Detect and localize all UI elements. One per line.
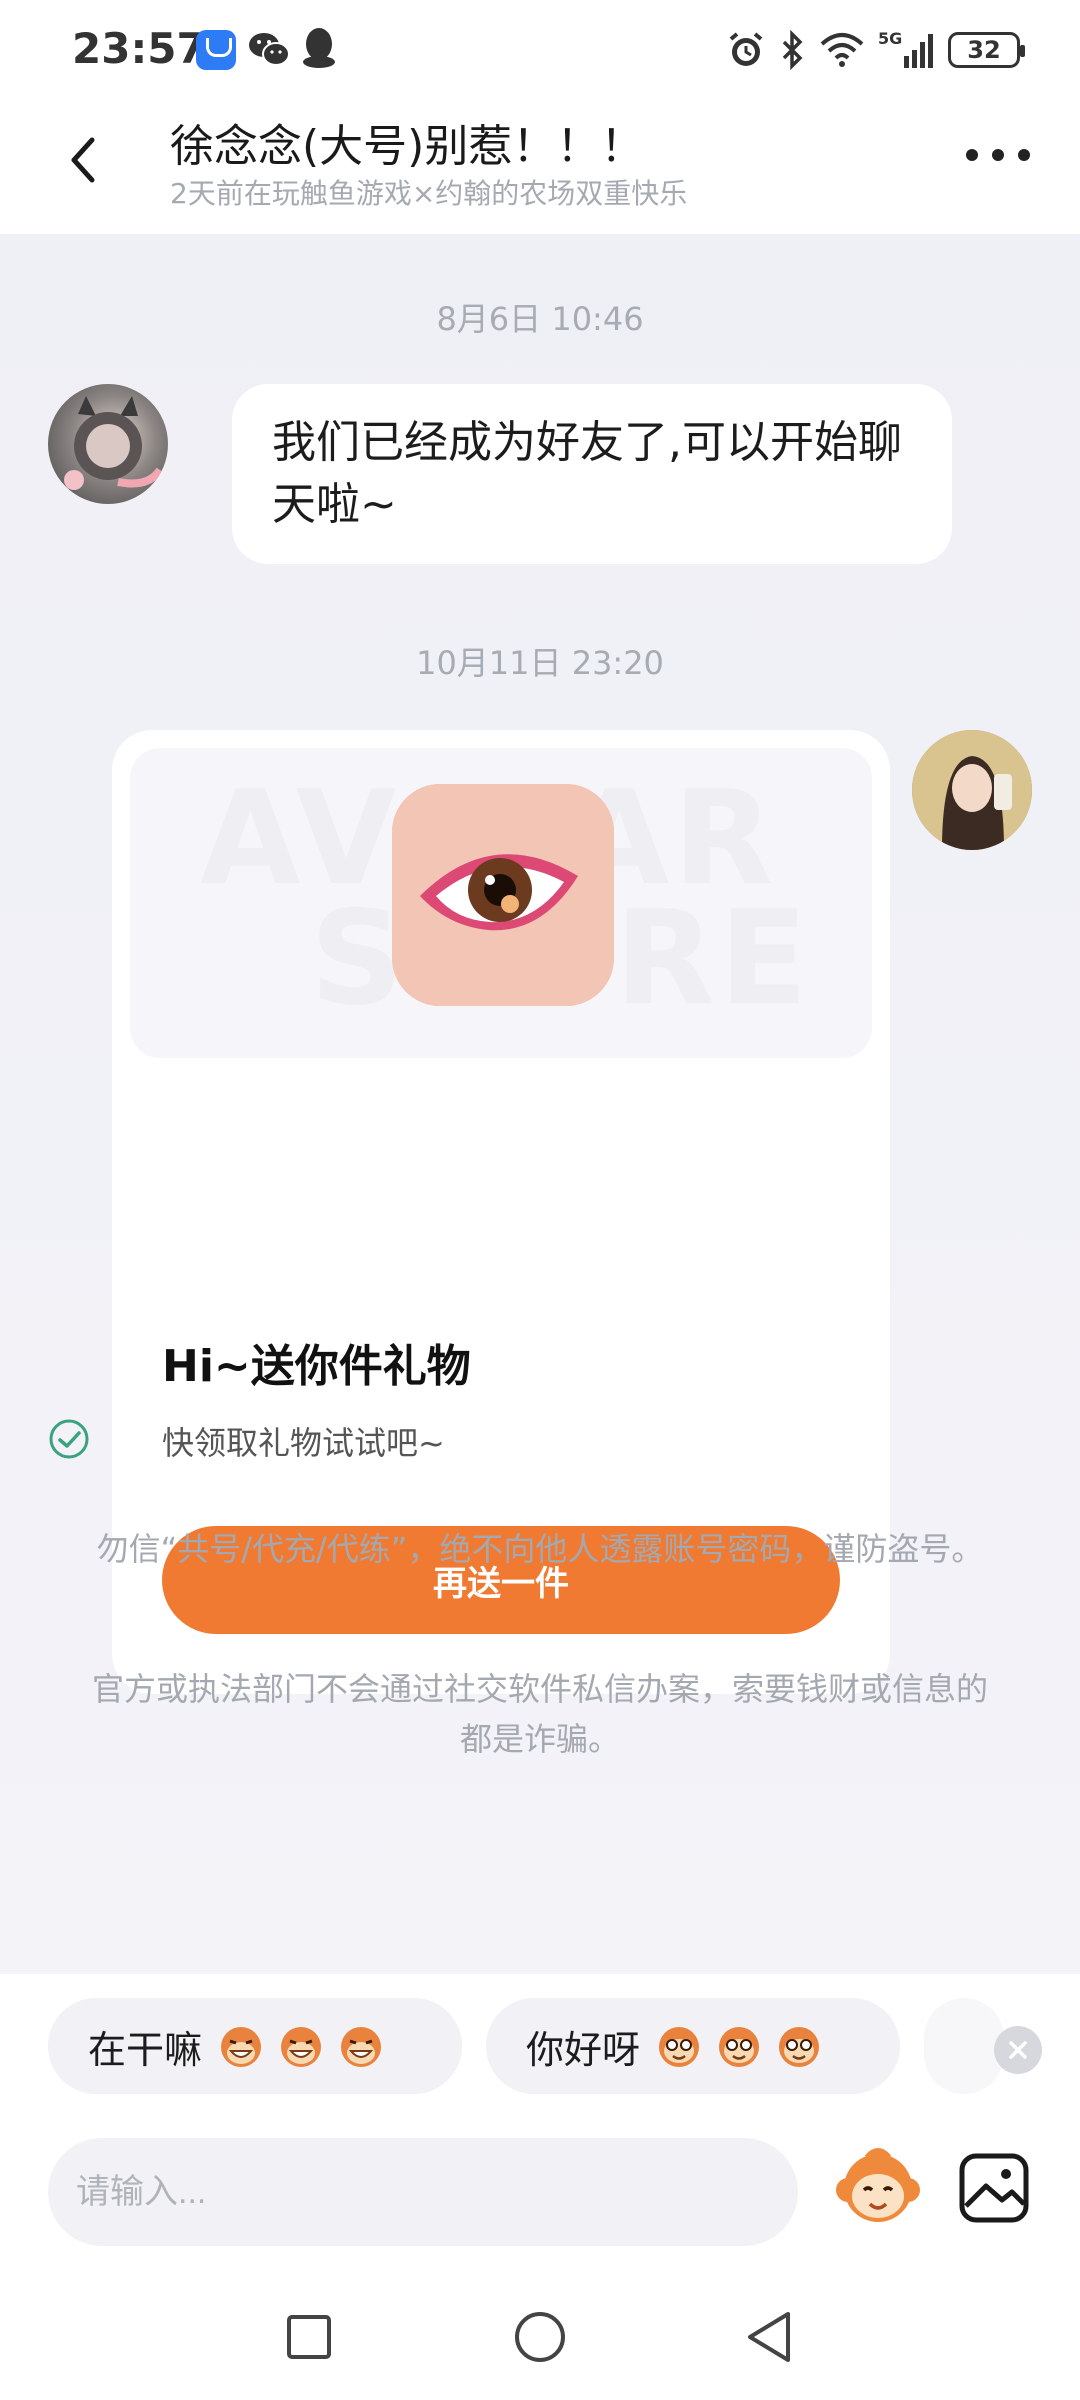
image-button[interactable] xyxy=(956,2150,1032,2226)
friend-message-bubble[interactable]: 我们已经成为好友了,可以开始聊天啦~ xyxy=(232,384,952,564)
alarm-icon xyxy=(729,32,763,66)
message-input-bar xyxy=(0,2114,1080,2276)
portrait-avatar-icon xyxy=(912,730,1032,850)
honor-app-icon xyxy=(196,30,236,70)
back-button[interactable] xyxy=(48,124,120,196)
status-time: 23:57 xyxy=(72,24,206,73)
triangle-back-icon xyxy=(748,2312,790,2362)
system-nav-bar xyxy=(0,2276,1080,2400)
circle-icon xyxy=(515,2312,565,2362)
battery-icon: 32 xyxy=(948,32,1025,68)
chat-subtitle: 2天前在玩触鱼游戏×约翰的农场双重快乐 xyxy=(170,177,688,210)
cat-avatar-icon xyxy=(64,396,164,490)
grinning-monkey-icon xyxy=(221,2027,262,2067)
image-icon xyxy=(959,2153,1029,2223)
gift-title: Hi~送你件礼物 xyxy=(162,1341,471,1392)
close-quick-replies-button[interactable] xyxy=(994,2026,1042,2074)
bluetooth-icon xyxy=(782,30,803,70)
more-dots-icon xyxy=(966,149,978,161)
chat-area[interactable]: 8月6日 10:46 我们已经成为好友了,可以开始聊天啦~ 10月11日 23:… xyxy=(0,234,1080,1974)
friend-avatar[interactable] xyxy=(48,384,168,504)
status-indicators: 5G 32 xyxy=(726,26,1025,74)
monkey-emoji-icon xyxy=(836,2148,920,2222)
signal-icon: 5G xyxy=(878,30,933,68)
quick-reply-chip[interactable]: 你好呀 xyxy=(486,1998,900,2094)
chat-header: 徐念念(大号)别惹！！！ 2天前在玩触鱼游戏×约翰的农场双重快乐 xyxy=(0,100,1080,234)
more-options-button[interactable] xyxy=(966,140,1030,170)
emoji-button[interactable] xyxy=(830,2140,926,2236)
quick-reply-chip[interactable]: 在干嘛 xyxy=(48,1998,462,2094)
gift-description: 快领取礼物试试吧~ xyxy=(162,1424,445,1462)
my-avatar[interactable] xyxy=(912,730,1032,850)
message-input[interactable] xyxy=(48,2138,798,2246)
message-timestamp: 8月6日 10:46 xyxy=(436,300,644,338)
gift-eye-image[interactable] xyxy=(392,784,614,1006)
smiling-monkey-icon xyxy=(659,2027,700,2067)
smiling-monkey-icon xyxy=(779,2027,820,2067)
message-timestamp: 10月11日 23:20 xyxy=(416,644,664,682)
sent-check-icon xyxy=(49,1419,89,1459)
back-nav-button[interactable] xyxy=(734,2302,804,2372)
close-icon xyxy=(1009,2041,1027,2059)
grinning-monkey-icon xyxy=(341,2027,382,2067)
wechat-icon xyxy=(249,33,290,66)
home-button[interactable] xyxy=(505,2302,575,2372)
qq-icon xyxy=(303,28,335,68)
chevron-left-icon xyxy=(71,137,95,183)
quick-reply-bar: 在干嘛 你好呀 xyxy=(0,1974,1080,2114)
quick-reply-chip-overflow[interactable] xyxy=(924,1998,1004,2094)
wifi-icon xyxy=(820,33,864,67)
grinning-monkey-icon xyxy=(281,2027,322,2067)
recents-button[interactable] xyxy=(274,2302,344,2372)
eye-icon xyxy=(392,784,614,1006)
fraud-notice: 官方或执法部门不会通过社交软件私信办案，索要钱财或信息的都是诈骗。 xyxy=(91,1670,988,1758)
quick-reply-label: 在干嘛 xyxy=(88,2027,203,2072)
svg-text:5G: 5G xyxy=(878,30,902,48)
status-bar: 23:57 5G 32 xyxy=(0,0,1080,100)
security-notice: 勿信“共号/代充/代练”，绝不向他人透露账号密码，谨防盗号。 xyxy=(96,1530,984,1568)
chat-title[interactable]: 徐念念(大号)别惹！！！ xyxy=(170,110,644,174)
square-icon xyxy=(287,2315,331,2359)
quick-reply-label: 你好呀 xyxy=(526,2027,641,2072)
battery-level: 32 xyxy=(967,36,1001,64)
smiling-monkey-icon xyxy=(719,2027,760,2067)
